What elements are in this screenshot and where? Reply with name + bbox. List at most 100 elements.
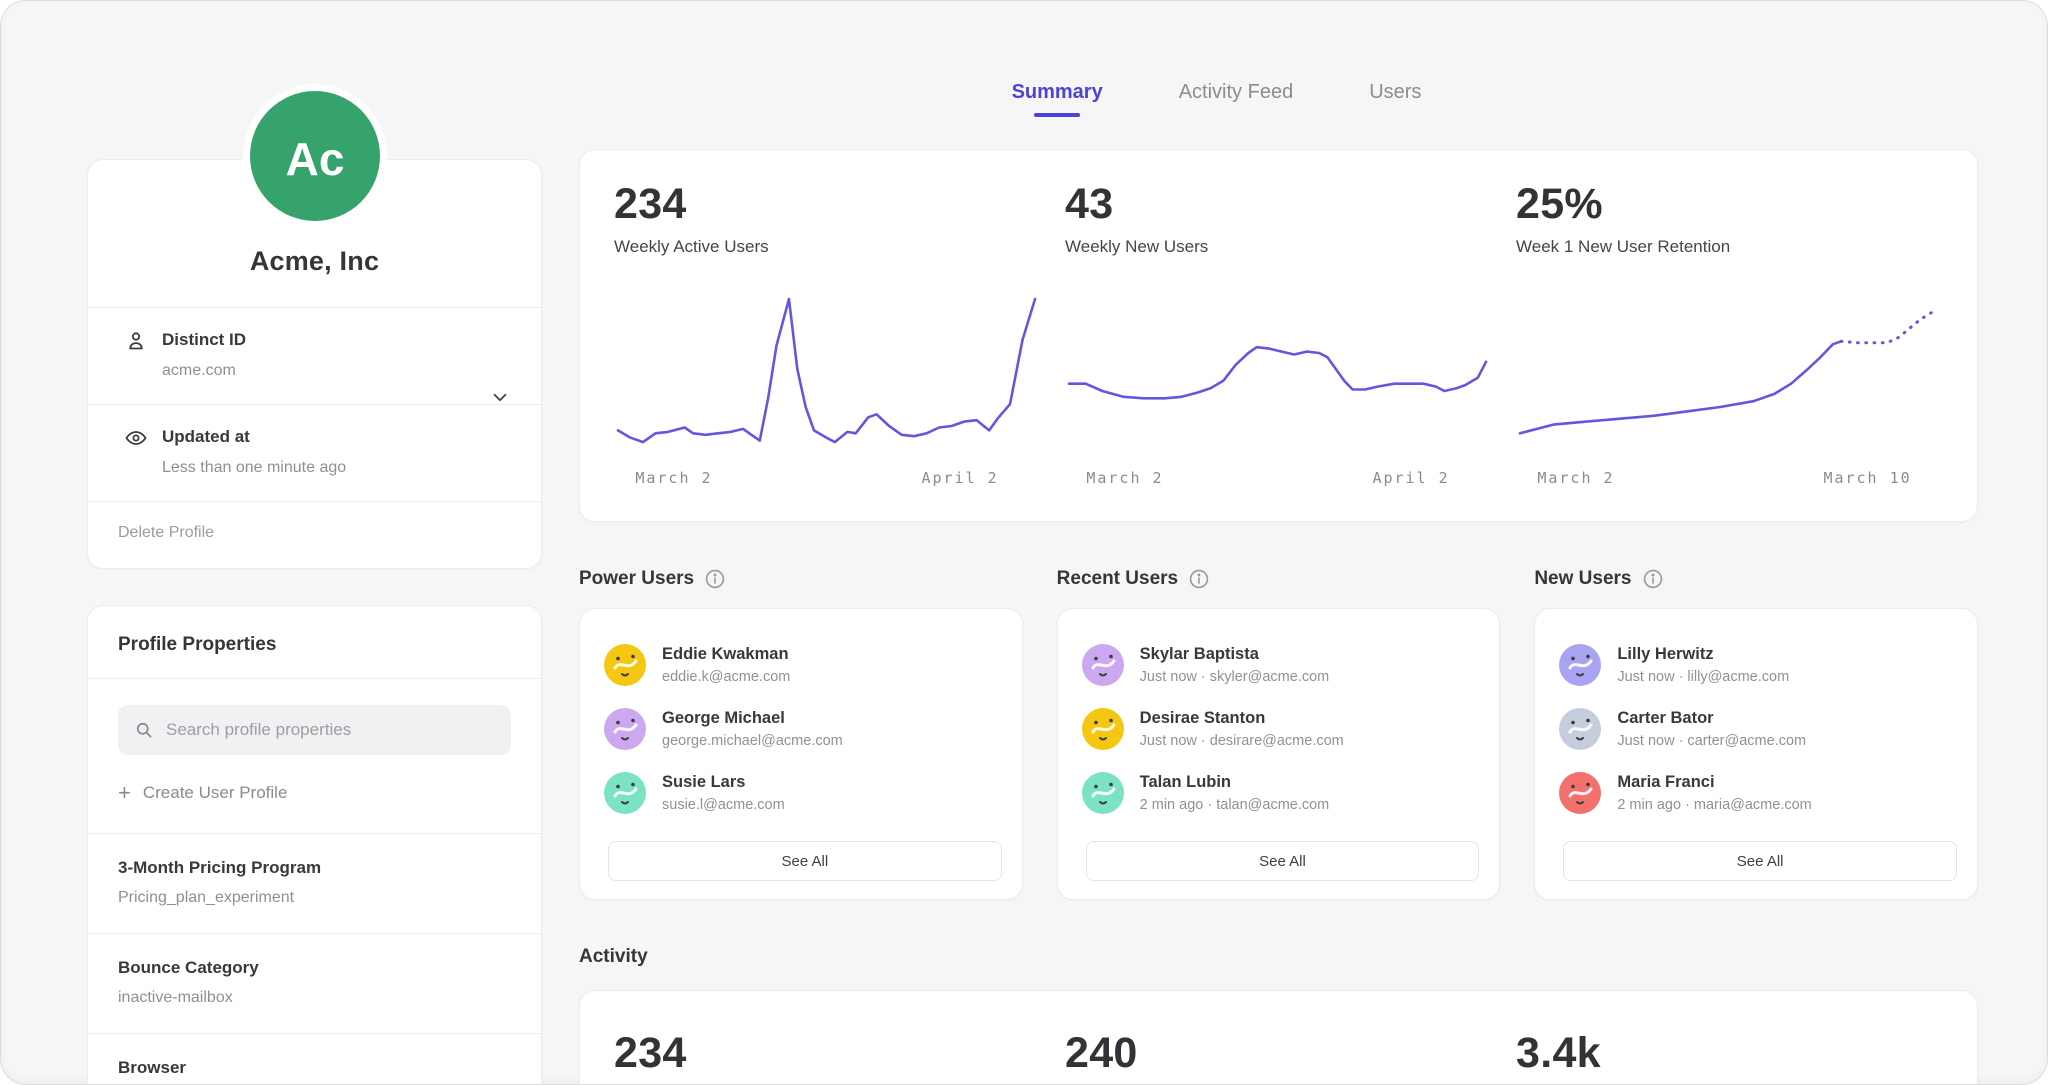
company-avatar: Ac	[243, 84, 387, 228]
property-value: Pricing_plan_experiment	[118, 889, 511, 907]
activity-metric: 3.4k	[1516, 1029, 1943, 1085]
metric-value: 234	[614, 180, 1041, 229]
list-title: Power Users	[579, 568, 694, 590]
field-label: Distinct ID	[162, 330, 246, 350]
info-icon[interactable]	[1188, 568, 1210, 590]
user-row[interactable]: Talan Lubin 2 min ago · talan@acme.com	[1082, 761, 1484, 825]
profile-properties-title: Profile Properties	[88, 606, 541, 678]
info-icon[interactable]	[1642, 568, 1664, 590]
user-avatar	[1082, 708, 1124, 750]
user-avatar	[604, 644, 646, 686]
metric-weekly-active-users: 234 Weekly Active Users March 2 April 2	[614, 180, 1041, 495]
metric-label: Week 1 New User Retention	[1516, 237, 1943, 257]
property-name: Bounce Category	[118, 958, 511, 978]
user-row[interactable]: Susie Lars susie.l@acme.com	[604, 761, 1006, 825]
user-name: Talan Lubin	[1140, 773, 1330, 792]
x-axis-label: March 2	[635, 469, 712, 487]
user-lists: Power Users	[579, 568, 1978, 900]
recent-users-list: Recent Users	[1057, 568, 1501, 900]
tab-summary[interactable]: Summary	[1012, 81, 1103, 117]
user-avatar	[1559, 644, 1601, 686]
create-user-profile-label: Create User Profile	[143, 783, 288, 803]
user-name: Maria Franci	[1617, 773, 1811, 792]
user-subtitle: susie.l@acme.com	[662, 797, 785, 813]
metric-weekly-new-users: 43 Weekly New Users March 2 April 2	[1065, 180, 1492, 495]
field-value: acme.com	[162, 362, 246, 380]
user-name: George Michael	[662, 709, 843, 728]
company-avatar-circle: Ac	[250, 91, 380, 221]
metric-week1-retention: 25% Week 1 New User Retention March 2 Ma…	[1516, 180, 1943, 495]
see-all-button[interactable]: See All	[608, 841, 1002, 881]
user-avatar	[604, 708, 646, 750]
metric-value: 25%	[1516, 180, 1943, 229]
field-label: Updated at	[162, 427, 346, 447]
user-name: Susie Lars	[662, 773, 785, 792]
activity-title: Activity	[579, 946, 1978, 968]
company-avatar-wrap: Ac	[87, 84, 542, 228]
user-subtitle: george.michael@acme.com	[662, 733, 843, 749]
user-name: Desirae Stanton	[1140, 709, 1344, 728]
property-row[interactable]: Bounce Category inactive-mailbox	[88, 934, 541, 1033]
user-row[interactable]: Skylar Baptista Just now · skyler@acme.c…	[1082, 633, 1484, 697]
field-distinct-id[interactable]: Distinct ID acme.com	[88, 308, 541, 404]
company-name: Acme, Inc	[88, 246, 541, 277]
property-name: 3-Month Pricing Program	[118, 858, 511, 878]
user-row[interactable]: Lilly Herwitz Just now · lilly@acme.com	[1559, 633, 1961, 697]
user-avatar	[1559, 772, 1601, 814]
user-subtitle: Just now · skyler@acme.com	[1140, 669, 1330, 685]
summary-card: 234 Weekly Active Users March 2 April 2 …	[579, 149, 1978, 522]
power-users-list: Power Users	[579, 568, 1023, 900]
profile-properties-card: Profile Properties + Create User Profile	[87, 605, 542, 1085]
user-row[interactable]: Desirae Stanton Just now · desirare@acme…	[1082, 697, 1484, 761]
user-row[interactable]: Carter Bator Just now · carter@acme.com	[1559, 697, 1961, 761]
user-subtitle: Just now · desirare@acme.com	[1140, 733, 1344, 749]
company-initials: Ac	[285, 133, 344, 185]
user-row[interactable]: Maria Franci 2 min ago · maria@acme.com	[1559, 761, 1961, 825]
profile-tabs: Summary Activity Feed Users	[517, 81, 1916, 117]
week1-retention-chart	[1516, 287, 1943, 457]
search-icon	[134, 720, 154, 740]
user-subtitle: eddie.k@acme.com	[662, 669, 790, 685]
user-row[interactable]: George Michael george.michael@acme.com	[604, 697, 1006, 761]
plus-icon: +	[118, 784, 131, 802]
eye-icon	[124, 426, 148, 450]
x-axis-label: April 2	[921, 469, 998, 487]
x-axis-label: March 2	[1537, 469, 1614, 487]
metric-label: Weekly Active Users	[614, 237, 1041, 257]
activity-section: Activity 234 240 3.4k	[579, 946, 1978, 1085]
activity-card: 234 240 3.4k	[579, 990, 1978, 1085]
search-profile-properties[interactable]	[118, 705, 511, 755]
field-value: Less than one minute ago	[162, 459, 346, 477]
property-row[interactable]: 3-Month Pricing Program Pricing_plan_exp…	[88, 834, 541, 933]
profile-sidebar: Ac Acme, Inc Distinct ID acme.com	[87, 84, 542, 1085]
user-name: Eddie Kwakman	[662, 645, 790, 664]
see-all-button[interactable]: See All	[1563, 841, 1957, 881]
field-updated-at: Updated at Less than one minute ago	[88, 405, 541, 501]
property-name: Browser	[118, 1058, 511, 1078]
search-profile-properties-input[interactable]	[166, 720, 495, 740]
user-row[interactable]: Eddie Kwakman eddie.k@acme.com	[604, 633, 1006, 697]
info-icon[interactable]	[704, 568, 726, 590]
see-all-button[interactable]: See All	[1086, 841, 1480, 881]
main-content: Summary Activity Feed Users 234 Weekly A…	[579, 1, 1978, 1085]
x-axis-label: April 2	[1372, 469, 1449, 487]
create-user-profile-button[interactable]: + Create User Profile	[118, 783, 287, 803]
list-title: New Users	[1534, 568, 1631, 590]
property-value: inactive-mailbox	[118, 989, 511, 1007]
user-subtitle: 2 min ago · talan@acme.com	[1140, 797, 1330, 813]
activity-metric: 234	[614, 1029, 1041, 1085]
property-row[interactable]: Browser Chrome	[88, 1034, 541, 1085]
weekly-active-users-chart	[614, 287, 1041, 457]
x-axis-label: March 10	[1823, 469, 1911, 487]
weekly-new-users-chart	[1065, 287, 1492, 457]
app-window: Ac Acme, Inc Distinct ID acme.com	[0, 0, 2048, 1085]
metric-label: Weekly New Users	[1065, 237, 1492, 257]
delete-profile-button[interactable]: Delete Profile	[88, 502, 541, 568]
user-avatar	[604, 772, 646, 814]
active-tab-underline	[1034, 113, 1080, 117]
user-avatar	[1559, 708, 1601, 750]
user-avatar	[1082, 644, 1124, 686]
tab-activity-feed[interactable]: Activity Feed	[1179, 81, 1293, 117]
tab-users[interactable]: Users	[1369, 81, 1421, 117]
activity-metric: 240	[1065, 1029, 1492, 1085]
